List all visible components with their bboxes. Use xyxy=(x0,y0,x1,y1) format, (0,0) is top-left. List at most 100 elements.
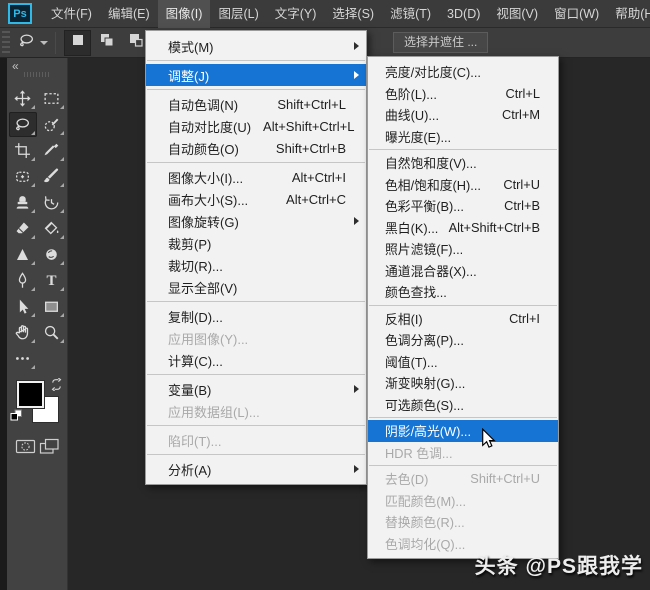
foreground-color-swatch[interactable] xyxy=(16,380,45,409)
menubar-select[interactable]: 选择(S) xyxy=(324,0,382,28)
quick-selection-tool[interactable] xyxy=(38,112,66,137)
collapse-panel-button[interactable]: « xyxy=(12,59,19,73)
image-menu-item-mode[interactable]: 模式(M) xyxy=(146,35,366,57)
menubar-file[interactable]: 文件(F) xyxy=(43,0,100,28)
image-menu-item-image-size[interactable]: 图像大小(I)... Alt+Ctrl+I xyxy=(146,166,366,188)
tools-panel-grip[interactable] xyxy=(24,72,50,77)
default-colors-icon[interactable] xyxy=(10,409,23,427)
adjust-submenu-item-exposure[interactable]: 曝光度(E)... xyxy=(368,126,558,148)
pen-tool[interactable] xyxy=(9,268,37,293)
quick-mask-button[interactable] xyxy=(15,438,36,460)
adjust-submenu-item-color-lookup[interactable]: 颜色查找... xyxy=(368,281,558,303)
image-menu-item-image-rotation[interactable]: 图像旋转(G) xyxy=(146,210,366,232)
menubar-type[interactable]: 文字(Y) xyxy=(267,0,325,28)
adjust-submenu-item-invert[interactable]: 反相(I) Ctrl+I xyxy=(368,308,558,330)
clone-stamp-tool[interactable] xyxy=(9,190,37,215)
add-to-selection-icon xyxy=(99,32,115,53)
image-menu-item-adjustments[interactable]: 调整(J) xyxy=(146,64,366,86)
add-to-selection-button[interactable] xyxy=(93,30,120,56)
adjust-submenu-item-hdr-toning: HDR 色调... xyxy=(368,442,558,464)
menu-item-label: 变量(B) xyxy=(168,382,212,398)
adjust-submenu-item-threshold[interactable]: 阈值(T)... xyxy=(368,351,558,373)
adjust-submenu-item-brightness-contrast[interactable]: 亮度/对比度(C)... xyxy=(368,61,558,83)
adjust-submenu-item-hue-saturation[interactable]: 色相/饱和度(H)... Ctrl+U xyxy=(368,174,558,196)
menu-bar-items: 文件(F) 编辑(E) 图像(I) 图层(L) 文字(Y) 选择(S) 滤镜(T) 3D(D)… xyxy=(43,0,650,28)
adjust-submenu-item-vibrance[interactable]: 自然饱和度(V)... xyxy=(368,152,558,174)
swap-colors-icon[interactable] xyxy=(50,377,63,396)
menu-item-label: 颜色查找... xyxy=(385,285,447,301)
rectangle-tool[interactable] xyxy=(38,294,66,319)
spot-healing-brush-tool[interactable] xyxy=(9,164,37,189)
move-tool[interactable] xyxy=(9,86,37,111)
flyout-indicator xyxy=(30,339,35,343)
flyout-indicator xyxy=(30,235,35,239)
crop-tool[interactable] xyxy=(9,138,37,163)
flyout-indicator xyxy=(59,261,64,265)
menu-item-label: 陷印(T)... xyxy=(168,433,222,449)
adjust-submenu-item-selective-color[interactable]: 可选颜色(S)... xyxy=(368,394,558,416)
image-menu-item-trim[interactable]: 裁切(R)... xyxy=(146,254,366,276)
adjust-submenu-item-photo-filter[interactable]: 照片滤镜(F)... xyxy=(368,238,558,260)
adjust-submenu-item-color-balance[interactable]: 色彩平衡(B)... Ctrl+B xyxy=(368,195,558,217)
eyedropper-tool[interactable] xyxy=(38,138,66,163)
watermark-text: 头条 @PS跟我学 xyxy=(474,555,643,578)
lasso-tool[interactable] xyxy=(8,112,37,137)
eraser-tool[interactable] xyxy=(9,216,37,241)
image-menu-item-auto-color[interactable]: 自动颜色(O) Shift+Ctrl+B xyxy=(146,137,366,159)
options-bar-grip-handle[interactable] xyxy=(2,30,10,55)
select-and-mask-button[interactable]: 选择并遮住 ... xyxy=(393,32,489,53)
menu-item-label: 图像大小(I)... xyxy=(168,170,244,186)
photoshop-logo-icon: Ps xyxy=(8,3,32,24)
adjust-submenu-item-channel-mixer[interactable]: 通道混合器(X)... xyxy=(368,260,558,282)
dodge-tool[interactable] xyxy=(38,242,66,267)
menubar-3d[interactable]: 3D(D) xyxy=(439,0,488,28)
eraser-tool-icon xyxy=(14,220,31,237)
menu-item-shortcut: Alt+Ctrl+C xyxy=(286,191,346,207)
menu-item-label: 应用数据组(L)... xyxy=(168,404,260,420)
menubar-window[interactable]: 窗口(W) xyxy=(546,0,607,28)
flyout-indicator xyxy=(30,157,35,161)
adjust-submenu-item-levels[interactable]: 色阶(L)... Ctrl+L xyxy=(368,83,558,105)
spot-healing-brush-tool-icon xyxy=(14,168,31,185)
image-menu-item-duplicate[interactable]: 复制(D)... xyxy=(146,305,366,327)
paint-bucket-tool[interactable] xyxy=(38,216,66,241)
image-menu-item-variables[interactable]: 变量(B) xyxy=(146,378,366,400)
new-selection-button[interactable] xyxy=(64,29,91,56)
zoom-tool[interactable] xyxy=(38,320,66,345)
history-brush-tool[interactable] xyxy=(38,190,66,215)
adjust-submenu-separator xyxy=(369,465,557,466)
image-menu-item-canvas-size[interactable]: 画布大小(S)... Alt+Ctrl+C xyxy=(146,188,366,210)
image-menu-dropdown: 模式(M) 调整(J) 自动色调(N) Shift+Ctrl+L 自动对比度(U) Alt… xyxy=(145,30,367,485)
screen-mode-button[interactable] xyxy=(39,438,60,460)
image-menu-separator xyxy=(147,301,365,302)
adjust-submenu-item-gradient-map[interactable]: 渐变映射(G)... xyxy=(368,372,558,394)
image-menu-item-analysis[interactable]: 分析(A) xyxy=(146,458,366,480)
adjust-submenu-item-black-white[interactable]: 黑白(K)... Alt+Shift+Ctrl+B xyxy=(368,217,558,239)
menu-item-label: 替换颜色(R)... xyxy=(385,515,465,531)
rectangular-marquee-tool[interactable] xyxy=(38,86,66,111)
image-menu-item-crop[interactable]: 裁剪(P) xyxy=(146,232,366,254)
tool-preset-picker[interactable] xyxy=(18,32,48,54)
menubar-image[interactable]: 图像(I) xyxy=(157,0,211,28)
menu-item-label: 分析(A) xyxy=(168,462,212,478)
adjust-submenu-item-curves[interactable]: 曲线(U)... Ctrl+M xyxy=(368,104,558,126)
type-tool[interactable]: T xyxy=(38,268,66,293)
menubar-help[interactable]: 帮助(H) xyxy=(607,0,650,28)
adjust-submenu-item-shadows-highlights[interactable]: 阴影/高光(W)... xyxy=(368,420,558,442)
image-menu-item-reveal-all[interactable]: 显示全部(V) xyxy=(146,276,366,298)
path-selection-tool[interactable] xyxy=(9,294,37,319)
image-menu-item-trap: 陷印(T)... xyxy=(146,429,366,451)
image-menu-item-apply-image: 应用图像(Y)... xyxy=(146,327,366,349)
image-menu-item-calculations[interactable]: 计算(C)... xyxy=(146,349,366,371)
edit-toolbar[interactable] xyxy=(9,346,37,371)
image-menu-item-auto-contrast[interactable]: 自动对比度(U) Alt+Shift+Ctrl+L xyxy=(146,115,366,137)
menubar-filter[interactable]: 滤镜(T) xyxy=(382,0,439,28)
menubar-edit[interactable]: 编辑(E) xyxy=(100,0,158,28)
menubar-layer[interactable]: 图层(L) xyxy=(210,0,266,28)
adjust-submenu-item-posterize[interactable]: 色调分离(P)... xyxy=(368,329,558,351)
blur-tool[interactable] xyxy=(9,242,37,267)
brush-tool[interactable] xyxy=(38,164,66,189)
menubar-view[interactable]: 视图(V) xyxy=(488,0,546,28)
image-menu-item-auto-tone[interactable]: 自动色调(N) Shift+Ctrl+L xyxy=(146,93,366,115)
hand-tool[interactable] xyxy=(9,320,37,345)
